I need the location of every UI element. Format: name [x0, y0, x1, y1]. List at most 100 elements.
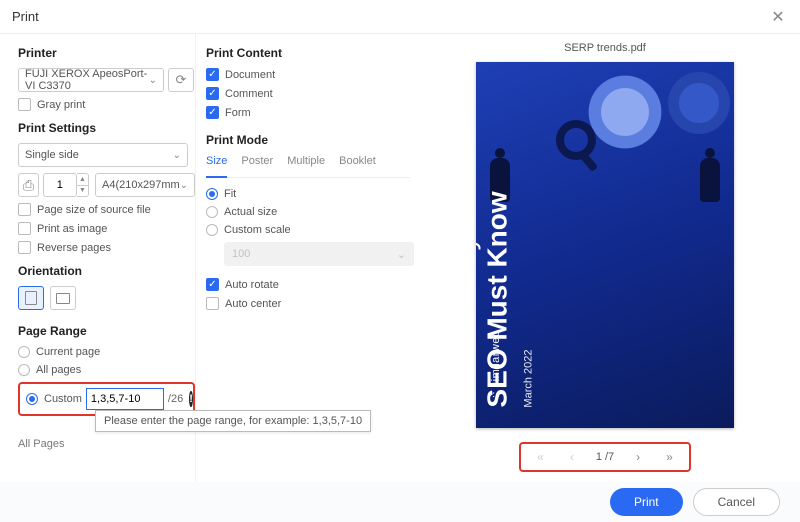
print-button[interactable]: Print	[610, 488, 683, 516]
gear-icon	[664, 68, 734, 138]
footer: Print Cancel	[0, 482, 800, 522]
print-settings-heading: Print Settings	[18, 121, 195, 135]
radio-icon	[206, 206, 218, 218]
radio-icon	[206, 224, 218, 236]
chevron-down-icon: ⌄	[149, 75, 157, 86]
custom-scale-input: 100 ⌄	[224, 242, 414, 266]
checkbox-icon	[18, 222, 31, 235]
preview-headline: SERP Feature Trends Every SEO Must Know …	[476, 108, 534, 408]
close-icon[interactable]: ✕	[768, 7, 788, 27]
orientation-heading: Orientation	[18, 264, 195, 278]
scale-custom-label: Custom scale	[224, 224, 291, 236]
range-current-radio[interactable]: Current page	[18, 346, 195, 358]
checkbox-icon	[18, 98, 31, 111]
checkbox-icon	[206, 106, 219, 119]
pager-first-icon[interactable]: «	[533, 448, 548, 466]
content-form-label: Form	[225, 107, 251, 119]
main: Printer FUJI XEROX ApeosPort-VI C3370 ⌄ …	[0, 34, 800, 482]
checkbox-icon	[206, 278, 219, 291]
left-panel: Printer FUJI XEROX ApeosPort-VI C3370 ⌄ …	[0, 34, 195, 482]
orientation-landscape[interactable]	[50, 286, 76, 310]
preview-panel: SERP trends.pdf :: similarweb SERP Featu…	[410, 34, 800, 482]
scale-fit-radio[interactable]: Fit	[206, 188, 410, 200]
auto-rotate-label: Auto rotate	[225, 279, 279, 291]
copies-icon: ⎙	[18, 173, 39, 197]
page-range-tooltip: Please enter the page range, for example…	[95, 410, 371, 432]
checkbox-icon	[206, 297, 219, 310]
titlebar: Print ✕	[0, 0, 800, 34]
print-content-heading: Print Content	[206, 46, 410, 60]
print-mode-tabs: Size Poster Multiple Booklet	[206, 155, 410, 178]
print-as-image-checkbox[interactable]: Print as image	[18, 222, 195, 235]
info-icon[interactable]: !	[189, 391, 193, 407]
printer-heading: Printer	[18, 46, 195, 60]
pager-last-icon[interactable]: »	[662, 448, 677, 466]
radio-icon	[18, 364, 30, 376]
dialog-title: Print	[12, 9, 39, 24]
content-document-checkbox[interactable]: Document	[206, 68, 410, 81]
printer-select[interactable]: FUJI XEROX ApeosPort-VI C3370 ⌄	[18, 68, 164, 92]
range-all-label: All pages	[36, 364, 81, 376]
radio-icon[interactable]	[26, 393, 38, 405]
auto-center-label: Auto center	[225, 298, 281, 310]
tab-size[interactable]: Size	[206, 155, 227, 178]
pager-highlight: « ‹ 1 /7 › »	[519, 442, 691, 472]
sides-value: Single side	[25, 149, 79, 161]
chevron-down-icon: ⌄	[397, 248, 406, 261]
checkbox-icon	[18, 241, 31, 254]
auto-center-checkbox[interactable]: Auto center	[206, 297, 410, 310]
orientation-portrait[interactable]	[18, 286, 44, 310]
auto-rotate-checkbox[interactable]: Auto rotate	[206, 278, 410, 291]
scale-custom-radio[interactable]: Custom scale	[206, 224, 410, 236]
reverse-pages-checkbox[interactable]: Reverse pages	[18, 241, 195, 254]
printer-name: FUJI XEROX ApeosPort-VI C3370	[25, 68, 149, 92]
radio-icon	[18, 346, 30, 358]
source-size-checkbox[interactable]: Page size of source file	[18, 203, 195, 216]
cancel-button[interactable]: Cancel	[693, 488, 780, 516]
gray-print-label: Gray print	[37, 99, 85, 111]
reverse-pages-label: Reverse pages	[37, 242, 111, 254]
pager-prev-icon[interactable]: ‹	[566, 448, 578, 466]
all-pages-filter[interactable]: All Pages	[18, 438, 195, 450]
paper-select[interactable]: A4(210x297mm) 21 x ⌄	[95, 173, 195, 197]
page-range-heading: Page Range	[18, 324, 195, 338]
sides-select[interactable]: Single side ⌄	[18, 143, 188, 167]
scale-actual-radio[interactable]: Actual size	[206, 206, 410, 218]
chevron-down-icon: ⌄	[180, 180, 188, 191]
source-size-label: Page size of source file	[37, 204, 151, 216]
paper-value: A4(210x297mm) 21 x	[102, 179, 180, 191]
gray-print-checkbox[interactable]: Gray print	[18, 98, 195, 111]
page-preview: :: similarweb SERP Feature Trends Every …	[476, 62, 734, 428]
checkbox-icon	[206, 87, 219, 100]
magnifier-icon	[556, 120, 596, 160]
preview-filename: SERP trends.pdf	[564, 42, 646, 54]
scale-fit-label: Fit	[224, 188, 236, 200]
content-comment-checkbox[interactable]: Comment	[206, 87, 410, 100]
portrait-icon	[25, 291, 37, 305]
scale-value: 100	[232, 248, 250, 260]
person-icon	[700, 158, 720, 202]
print-as-image-label: Print as image	[37, 223, 107, 235]
content-document-label: Document	[225, 69, 275, 81]
scale-actual-label: Actual size	[224, 206, 277, 218]
content-form-checkbox[interactable]: Form	[206, 106, 410, 119]
tab-poster[interactable]: Poster	[241, 155, 273, 171]
range-all-radio[interactable]: All pages	[18, 364, 195, 376]
page-range-input[interactable]	[86, 388, 164, 410]
radio-icon	[206, 188, 218, 200]
range-current-label: Current page	[36, 346, 100, 358]
pager-next-icon[interactable]: ›	[632, 448, 644, 466]
checkbox-icon	[206, 68, 219, 81]
copies-stepper[interactable]: ▲▼	[77, 173, 89, 197]
print-mode-heading: Print Mode	[206, 133, 410, 147]
chevron-down-icon: ⌄	[173, 150, 181, 161]
tab-multiple[interactable]: Multiple	[287, 155, 325, 171]
printer-refresh-button[interactable]: ⟳	[168, 68, 194, 92]
content-comment-label: Comment	[225, 88, 273, 100]
landscape-icon	[56, 293, 70, 304]
copies-input[interactable]	[43, 173, 77, 197]
total-pages: /26	[168, 393, 183, 405]
pager-indicator: 1 /7	[596, 451, 614, 463]
tab-booklet[interactable]: Booklet	[339, 155, 376, 171]
range-custom-label[interactable]: Custom	[44, 393, 82, 405]
